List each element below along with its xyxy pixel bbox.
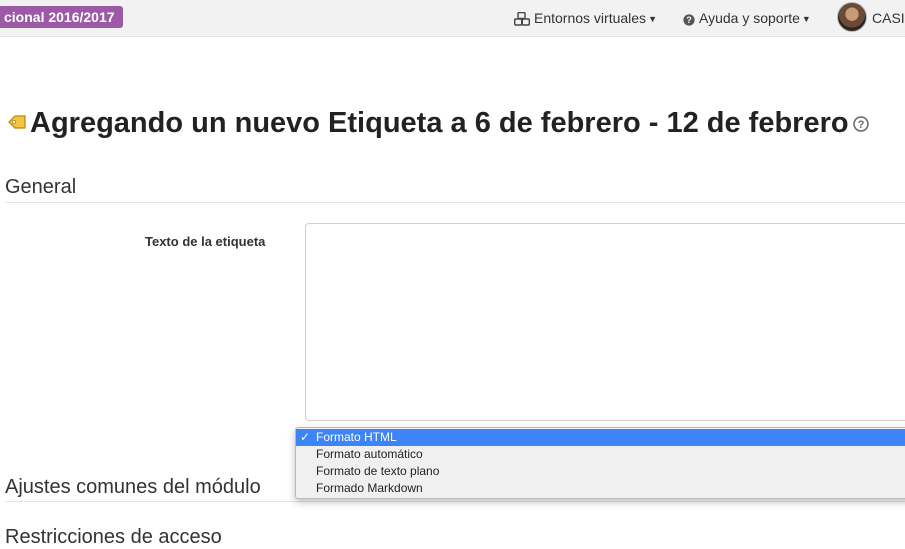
user-menu[interactable]: CASI xyxy=(837,0,905,36)
nav-ayuda-soporte[interactable]: ? Ayuda y soporte ▼ xyxy=(683,0,811,36)
section-restricciones-header[interactable]: Restricciones de acceso xyxy=(5,526,222,549)
checkmark-icon: ✓ xyxy=(300,430,311,444)
format-option-label: Formato HTML xyxy=(316,430,397,444)
format-option-label: Formado Markdown xyxy=(316,481,423,495)
format-option-markdown[interactable]: Formado Markdown xyxy=(296,480,905,497)
cubes-icon xyxy=(513,11,531,26)
tag-icon xyxy=(8,104,26,137)
field-label-texto: Texto de la etiqueta xyxy=(145,234,266,249)
format-option-label: Formato automático xyxy=(316,447,423,461)
format-option-html[interactable]: ✓ Formato HTML xyxy=(296,429,905,446)
top-navbar: cional 2016/2017 Entornos virtuales ▼ ? A… xyxy=(0,0,905,37)
format-dropdown[interactable]: ✓ Formato HTML Formato automático Format… xyxy=(295,427,905,499)
page-title-text: Agregando un nuevo Etiqueta a 6 de febre… xyxy=(30,107,849,139)
nav-entornos-label: Entornos virtuales xyxy=(534,10,647,26)
nav-ayuda-label: Ayuda y soporte xyxy=(699,10,800,26)
svg-text:?: ? xyxy=(857,119,864,131)
caret-down-icon: ▼ xyxy=(801,14,811,24)
format-option-texto-plano[interactable]: Formato de texto plano xyxy=(296,463,905,480)
svg-text:?: ? xyxy=(686,15,692,25)
section-ajustes-header[interactable]: Ajustes comunes del módulo xyxy=(5,476,261,499)
section-general-header[interactable]: General xyxy=(5,176,76,199)
user-name: CASI xyxy=(872,10,905,26)
page-title: Agregando un nuevo Etiqueta a 6 de febre… xyxy=(8,104,869,140)
section-divider xyxy=(5,501,905,502)
nav-entornos-virtuales[interactable]: Entornos virtuales ▼ xyxy=(513,0,657,36)
course-badge[interactable]: cional 2016/2017 xyxy=(0,6,123,28)
help-circle-icon[interactable]: ? xyxy=(852,107,869,140)
format-option-automatico[interactable]: Formato automático xyxy=(296,446,905,463)
label-text-editor[interactable] xyxy=(305,223,905,421)
avatar xyxy=(837,2,867,32)
format-option-label: Formato de texto plano xyxy=(316,464,440,478)
caret-down-icon: ▼ xyxy=(648,14,657,24)
section-divider xyxy=(5,202,905,203)
question-circle-icon: ? xyxy=(683,14,695,26)
